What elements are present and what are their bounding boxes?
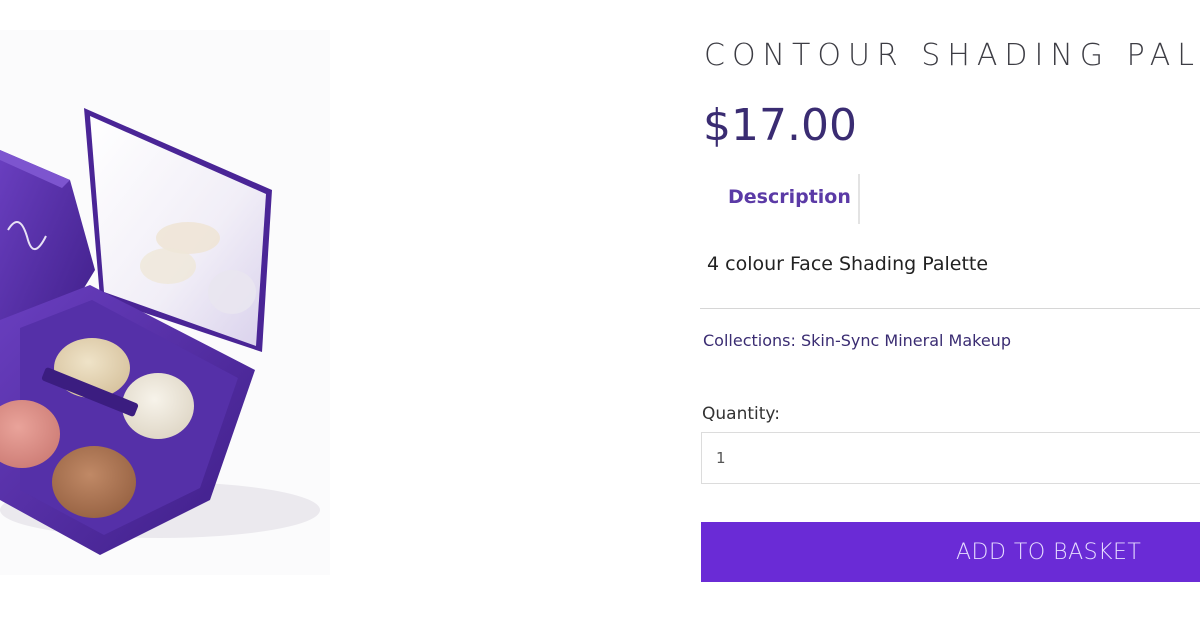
- palette-illustration: [0, 108, 320, 555]
- product-description: 4 colour Face Shading Palette: [707, 253, 989, 275]
- collections-link[interactable]: Collections: Skin-Sync Mineral Makeup: [703, 331, 1011, 350]
- quantity-label: Quantity:: [702, 404, 780, 424]
- tab-description[interactable]: Description: [710, 174, 860, 224]
- tab-description-label: Description: [728, 186, 851, 208]
- product-details: CONTOUR SHADING PALETTE $17.00 Descripti…: [700, 0, 1200, 628]
- quantity-input[interactable]: [701, 432, 1200, 484]
- product-image[interactable]: [0, 30, 330, 575]
- product-title: CONTOUR SHADING PALETTE: [704, 38, 1200, 73]
- divider: [700, 308, 1200, 309]
- product-price: $17.00: [703, 100, 857, 151]
- add-to-basket-button[interactable]: ADD TO BASKET: [701, 522, 1200, 582]
